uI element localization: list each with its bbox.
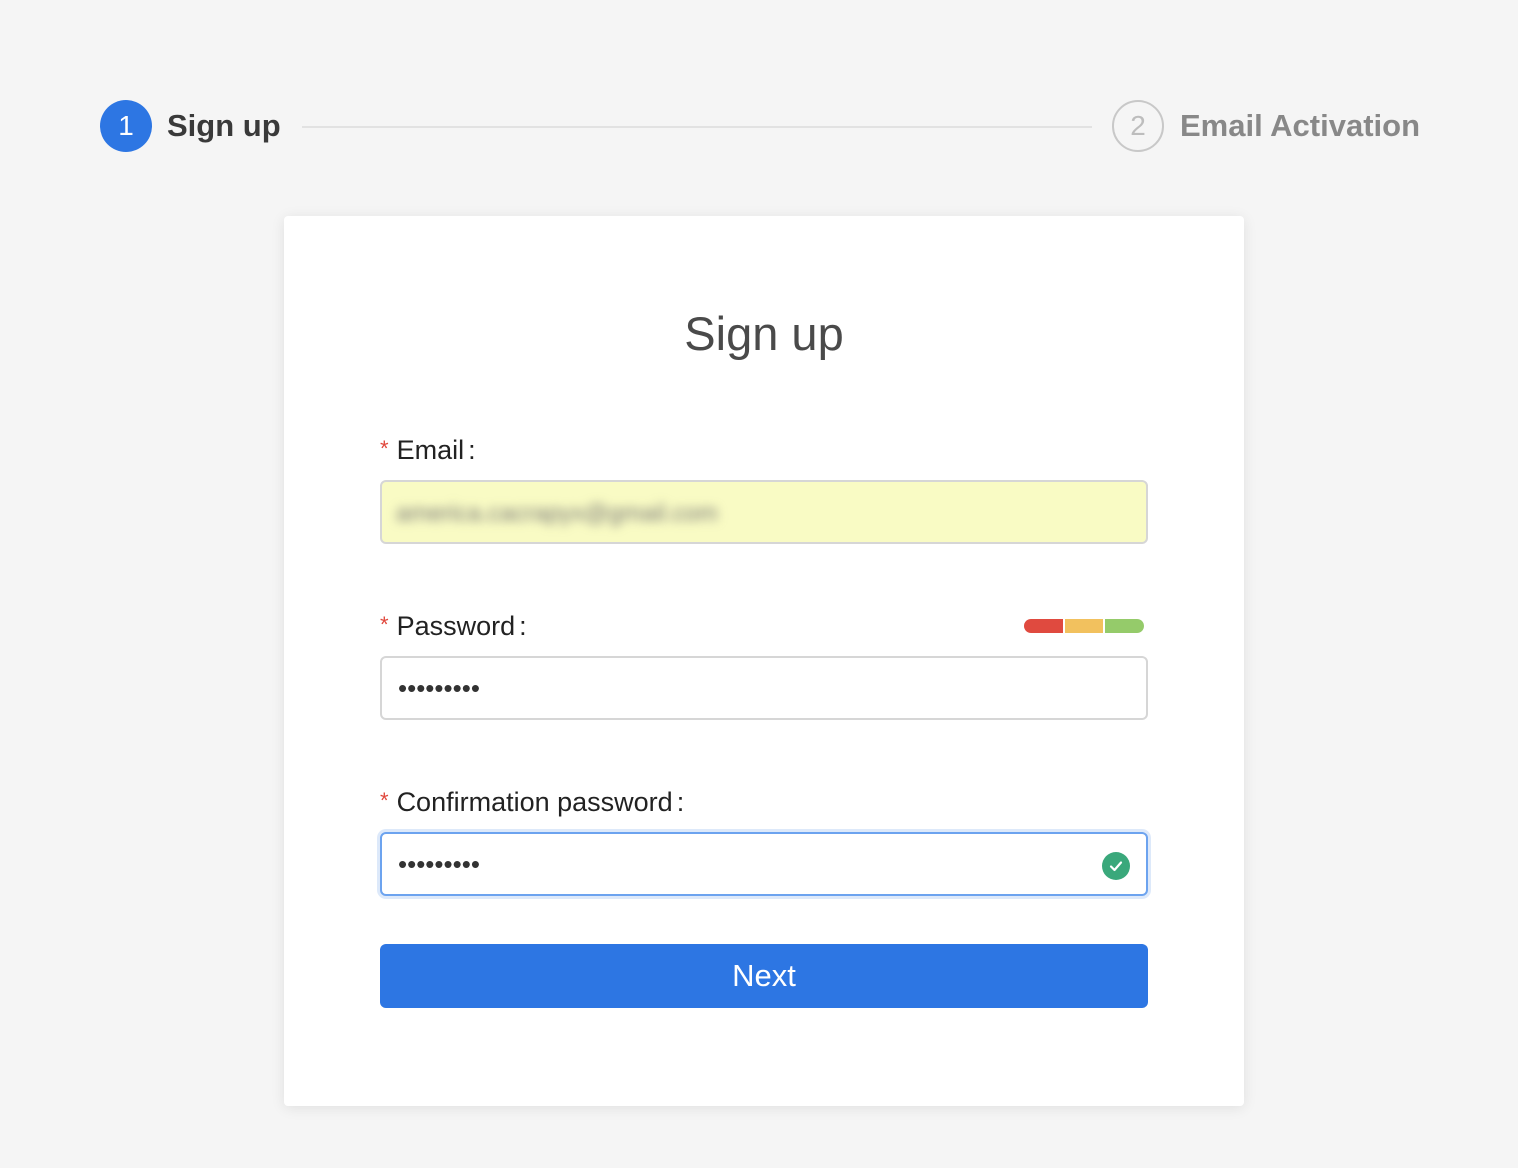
required-mark: * bbox=[380, 436, 389, 461]
password-strength-meter bbox=[1024, 619, 1145, 633]
checkmark-icon bbox=[1109, 861, 1123, 872]
required-mark: * bbox=[380, 612, 389, 637]
email-label-text: Email bbox=[396, 435, 465, 465]
strength-segment-strong bbox=[1105, 619, 1145, 633]
check-circle-icon bbox=[1102, 852, 1130, 880]
form-title: Sign up bbox=[684, 307, 844, 360]
confirm-password-label: * Confirmation password: bbox=[380, 787, 685, 817]
signup-card: Sign up * Email: america.cacrapyx@gmail.c… bbox=[284, 216, 1244, 1106]
step-1-indicator: 1 bbox=[100, 100, 152, 152]
email-value: america.cacrapyx@gmail.com bbox=[396, 500, 718, 527]
strength-segment-weak bbox=[1024, 619, 1063, 633]
email-label: * Email: bbox=[380, 435, 476, 465]
next-button[interactable]: Next bbox=[380, 944, 1148, 1008]
strength-segment-medium bbox=[1064, 619, 1104, 633]
step-1-label: Sign up bbox=[167, 108, 281, 143]
step-connector-line bbox=[302, 126, 1092, 128]
confirm-password-value: ••••••••• bbox=[398, 849, 480, 879]
password-label-text: Password bbox=[396, 611, 516, 641]
password-label: * Password: bbox=[380, 611, 527, 641]
password-input[interactable]: ••••••••• bbox=[380, 656, 1148, 720]
required-mark: * bbox=[380, 788, 389, 813]
step-2-indicator: 2 bbox=[1112, 100, 1164, 152]
email-input[interactable]: america.cacrapyx@gmail.com bbox=[380, 480, 1148, 544]
progress-stepper: 1 Sign up 2 Email Activation bbox=[100, 100, 1426, 152]
confirm-password-input[interactable]: ••••••••• bbox=[380, 832, 1148, 896]
password-value: ••••••••• bbox=[398, 673, 480, 703]
step-2-label: Email Activation bbox=[1180, 108, 1421, 143]
confirm-password-label-text: Confirmation password bbox=[396, 787, 673, 817]
